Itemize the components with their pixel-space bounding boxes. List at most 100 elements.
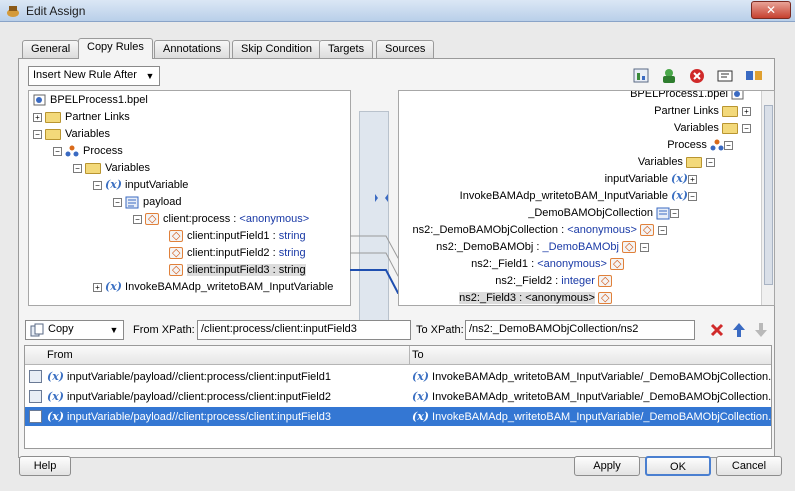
expand-icon[interactable]: +: [688, 174, 697, 184]
variable-icon: (x): [412, 390, 429, 403]
expand-icon[interactable]: +: [742, 106, 751, 116]
folder-icon: [686, 156, 702, 168]
transform-icon[interactable]: [745, 67, 763, 85]
tree-node[interactable]: client:inputField1 : string: [169, 228, 306, 244]
tab-annotations[interactable]: Annotations: [154, 40, 231, 58]
xml-literal-icon[interactable]: [716, 67, 734, 85]
tree-node[interactable]: _DemoBAMObjCollection −: [528, 205, 682, 221]
tab-targets[interactable]: Targets: [319, 40, 374, 58]
from-xpath-field[interactable]: /client:process/client:inputField3: [197, 320, 411, 340]
collapse-icon[interactable]: −: [670, 208, 679, 218]
variable-icon: (x): [47, 370, 64, 383]
table-row[interactable]: (x) inputVariable/payload//client:proces…: [25, 387, 771, 406]
tree-node[interactable]: − Variables: [33, 126, 110, 142]
tree-node[interactable]: − payload: [113, 194, 182, 210]
delete-icon[interactable]: [688, 67, 706, 85]
tree-node[interactable]: InvokeBAMAdp_writetoBAM_InputVariable (x…: [460, 188, 700, 204]
variable-icon: (x): [671, 189, 688, 202]
tree-node[interactable]: ns2:_DemoBAMObjCollection : <anonymous> …: [413, 222, 670, 238]
column-header-to[interactable]: To: [412, 349, 424, 361]
collapse-icon[interactable]: −: [53, 146, 62, 156]
selected-target-node: ns2:_Field3 : <anonymous>: [459, 292, 595, 304]
tree-node[interactable]: Variables −: [638, 154, 718, 170]
ok-button[interactable]: OK: [645, 456, 711, 476]
to-xpath-field[interactable]: /ns2:_DemoBAMObjCollection/ns2: [465, 320, 695, 340]
from-xpath-label: From XPath:: [133, 324, 195, 336]
source-tree[interactable]: BPELProcess1.bpel + Partner Links − Variab…: [28, 90, 351, 306]
tree-node[interactable]: ns2:_Field1 : <anonymous>: [471, 256, 628, 272]
collapse-icon[interactable]: −: [133, 214, 142, 224]
tab-skip-condition[interactable]: Skip Condition: [232, 40, 321, 58]
help-button[interactable]: Help: [19, 456, 71, 476]
collapse-icon[interactable]: −: [33, 129, 42, 139]
collapse-icon[interactable]: −: [706, 157, 715, 167]
copy-rule-icon: [29, 370, 42, 383]
to-xpath-label: To XPath:: [416, 324, 464, 336]
collapse-icon[interactable]: −: [658, 225, 667, 235]
delete-rule-icon[interactable]: [710, 323, 724, 337]
tree-node[interactable]: Process −: [667, 137, 736, 153]
expand-icon[interactable]: +: [93, 282, 102, 292]
folder-icon: [722, 105, 738, 117]
table-header: From To: [25, 346, 771, 365]
tree-node[interactable]: + Partner Links: [33, 109, 130, 125]
add-icon[interactable]: [660, 67, 678, 85]
chevron-down-icon: ▼: [145, 71, 155, 81]
tree-node[interactable]: BPELProcess1.bpel: [33, 92, 148, 108]
tree-node[interactable]: Partner Links +: [654, 103, 754, 119]
apply-button[interactable]: Apply: [574, 456, 640, 476]
tree-node[interactable]: −client:process : <anonymous>: [133, 211, 309, 227]
tree-node[interactable]: ns2:_Field3 : <anonymous>: [459, 290, 616, 305]
collapse-icon[interactable]: −: [113, 197, 122, 207]
operation-combo[interactable]: Copy ▼: [25, 320, 124, 340]
message-part-icon: [125, 196, 139, 209]
cancel-button[interactable]: Cancel: [716, 456, 782, 476]
tree-node[interactable]: − Variables: [73, 160, 150, 176]
tree-node[interactable]: client:inputField2 : string: [169, 245, 306, 261]
title-bar: Edit Assign ✕: [0, 0, 795, 22]
variable-icon: (x): [47, 390, 64, 403]
collapse-icon[interactable]: −: [93, 180, 102, 190]
target-tree[interactable]: BPELProcess1.bpel Partner Links + Variab…: [398, 90, 775, 306]
tree-node[interactable]: ns2:_DemoBAMObj : _DemoBAMObj −: [436, 239, 652, 255]
close-button[interactable]: ✕: [751, 1, 791, 19]
tree-node[interactable]: Variables −: [674, 120, 754, 136]
app-icon: [7, 6, 19, 17]
expression-icon[interactable]: [633, 67, 651, 85]
collapse-icon[interactable]: −: [640, 242, 649, 252]
copy-rules-table[interactable]: From To (x) inputVariable/payload//clien…: [24, 345, 772, 449]
scrollbar-thumb[interactable]: [764, 105, 773, 285]
collapse-icon[interactable]: −: [724, 140, 733, 150]
move-up-icon[interactable]: [732, 322, 746, 338]
tree-node[interactable]: − (x) inputVariable: [93, 177, 188, 193]
selected-source-node: client:inputField3 : string: [187, 264, 306, 276]
tree-node[interactable]: − Process: [53, 143, 123, 159]
insert-rule-combo[interactable]: Insert New Rule After ▼: [28, 66, 160, 86]
collapse-icon[interactable]: −: [742, 123, 751, 133]
table-row[interactable]: (x) inputVariable/payload//client:proces…: [25, 367, 771, 386]
window-title: Edit Assign: [26, 4, 86, 18]
table-row-selected[interactable]: (x) inputVariable/payload//client:proces…: [25, 407, 771, 426]
tab-general[interactable]: General: [22, 40, 80, 58]
element-icon: [169, 262, 183, 278]
expand-icon[interactable]: +: [33, 112, 42, 122]
tab-sources[interactable]: Sources: [376, 40, 435, 58]
tree-node[interactable]: inputVariable (x) +: [605, 171, 700, 187]
element-icon: [169, 228, 183, 244]
tree-node[interactable]: + (x) InvokeBAMAdp_writetoBAM_InputVariab…: [93, 279, 333, 295]
collapse-icon[interactable]: −: [688, 191, 697, 201]
tree-node[interactable]: BPELProcess1.bpel: [630, 91, 744, 102]
insert-rule-combo-value: Insert New Rule After: [33, 69, 137, 81]
tree-node[interactable]: client:inputField3 : string: [169, 262, 306, 278]
process-icon: [65, 145, 79, 157]
target-tree-scrollbar[interactable]: [761, 91, 774, 305]
move-down-icon[interactable]: [754, 322, 768, 338]
element-icon: [610, 256, 624, 272]
column-divider: [409, 346, 410, 365]
element-icon: [622, 239, 636, 255]
tab-copy-rules[interactable]: Copy Rules: [78, 38, 153, 59]
folder-icon: [85, 162, 101, 174]
collapse-icon[interactable]: −: [73, 163, 82, 173]
column-header-from[interactable]: From: [47, 349, 73, 361]
tree-node[interactable]: ns2:_Field2 : integer: [495, 273, 616, 289]
